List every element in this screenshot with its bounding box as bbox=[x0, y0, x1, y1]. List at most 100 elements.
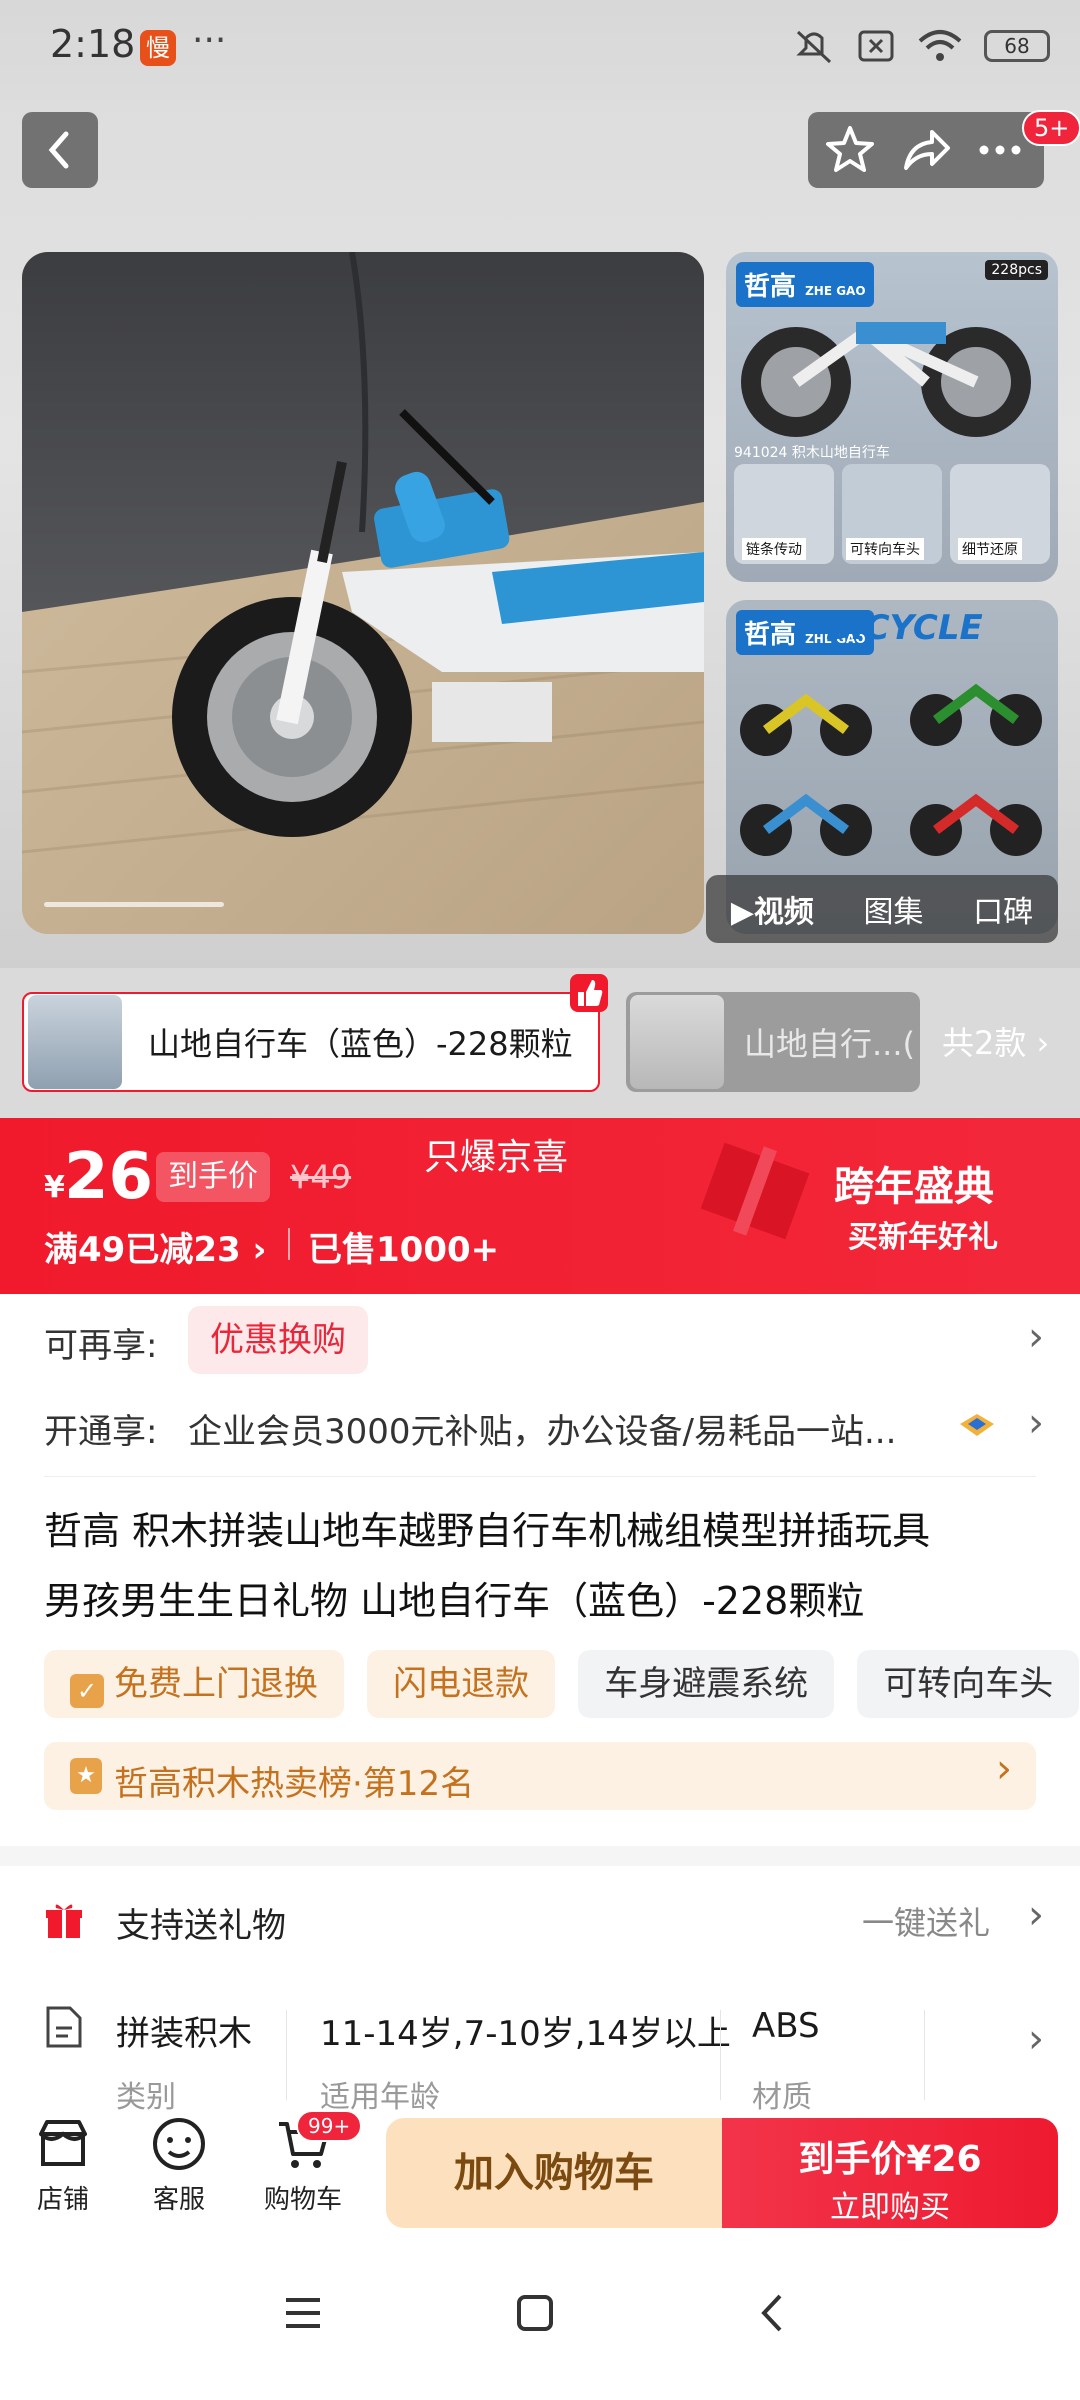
system-navigation-bar bbox=[0, 2240, 1080, 2400]
shield-check-icon: ✓ bbox=[70, 1674, 104, 1708]
wifi-icon bbox=[918, 30, 962, 61]
original-price: ¥49 bbox=[290, 1158, 352, 1196]
feature-tags: ✓ 免费上门退换 闪电退款 车身避震系统 可转向车头 bbox=[44, 1650, 1080, 1718]
variant-label-2: 山地自行...( bbox=[744, 1025, 916, 1063]
ranking-banner[interactable]: ★ 哲高积木热卖榜·第12名 › bbox=[44, 1742, 1036, 1810]
spec-key-category: 类别 bbox=[116, 2080, 176, 2110]
spec-value-category: 拼装积木 bbox=[116, 2014, 252, 2054]
ranking-text: 哲高积木热卖榜·第12名 bbox=[114, 1764, 475, 1804]
main-product-video[interactable] bbox=[22, 252, 704, 934]
chevron-right-icon: › bbox=[1028, 1892, 1044, 1938]
section-divider bbox=[0, 1846, 1080, 1866]
media-tabs: ▶视频 图集 口碑 bbox=[706, 875, 1058, 943]
buy-price: 到手价¥26 bbox=[798, 2139, 982, 2180]
customer-service-button[interactable]: 客服 bbox=[124, 2116, 234, 2216]
gift-row[interactable]: 支持送礼物 一键送礼 › bbox=[0, 1866, 1080, 1976]
home-icon[interactable] bbox=[512, 2290, 558, 2336]
benefit-row-1[interactable]: 可再享: 优惠换购 › bbox=[0, 1294, 1080, 1384]
shop-icon bbox=[39, 2120, 87, 2166]
event-subtitle: 买新年好礼 bbox=[848, 1220, 998, 1255]
notification-badge: 5+ bbox=[1022, 110, 1080, 146]
discount-info[interactable]: 满49已减23 › bbox=[44, 1222, 267, 1271]
feature-tag: 可转向车头 bbox=[857, 1650, 1080, 1718]
spec-key-material: 材质 bbox=[752, 2080, 812, 2110]
divider bbox=[720, 2010, 721, 2100]
play-icon: ▶ bbox=[730, 895, 754, 930]
tab-gallery[interactable]: 图集 bbox=[864, 887, 924, 931]
exchange-tag[interactable]: 优惠换购 bbox=[188, 1306, 368, 1374]
benefit-row-2[interactable]: 开通享: 企业会员3000元补贴，办公设备/易耗品一站... › bbox=[0, 1384, 1080, 1474]
chevron-right-icon: › bbox=[1028, 1314, 1044, 1360]
sold-count: 已售1000+ bbox=[308, 1230, 500, 1270]
bike-photo bbox=[22, 252, 704, 934]
tab-video[interactable]: ▶视频 bbox=[731, 887, 814, 931]
chevron-right-icon: › bbox=[1028, 1400, 1044, 1446]
thumb-bike-image bbox=[741, 322, 1031, 437]
mute-icon bbox=[796, 30, 832, 64]
gift-icon bbox=[46, 1904, 82, 1938]
spec-row[interactable]: 拼装积木 类别 11-14岁,7-10岁,14岁以上 适用年龄 ABS 材质 › bbox=[0, 1976, 1080, 2110]
variant-thumb bbox=[28, 995, 122, 1089]
variant-count[interactable]: 共2款 › bbox=[942, 1018, 1049, 1064]
final-price-label: 到手价 bbox=[156, 1152, 270, 1202]
shop-label: 店铺 bbox=[36, 2185, 89, 2215]
event-title: 跨年盛典 bbox=[834, 1164, 994, 1210]
currency-symbol: ¥ bbox=[44, 1170, 65, 1205]
benefit-label-2: 开通享: bbox=[44, 1412, 158, 1452]
status-bar: 2:18 慢 ··· 68 bbox=[0, 0, 1080, 100]
customer-service-icon bbox=[153, 2118, 205, 2170]
spec-key-age: 适用年龄 bbox=[320, 2080, 440, 2110]
gift-action[interactable]: 一键送礼 bbox=[862, 1898, 990, 1944]
status-time: 2:18 bbox=[50, 22, 136, 66]
benefit-label-1: 可再享: bbox=[44, 1326, 158, 1366]
cart-badge: 99+ bbox=[296, 2110, 363, 2142]
variant-selector: 山地自行车（蓝色）-228颗粒 山地自行...( 共2款 › bbox=[0, 968, 1080, 1118]
chevron-left-icon bbox=[48, 131, 69, 169]
rank-badge-icon: ★ bbox=[70, 1758, 102, 1794]
feature-tag: 闪电退款 bbox=[367, 1650, 556, 1718]
price-banner: ¥ 26 到手价 ¥49 只爆京喜 满49已减23 › 已售1000+ 跨年盛典… bbox=[0, 1118, 1080, 1294]
document-icon bbox=[46, 2006, 82, 2048]
product-title: 哲高 积木拼装山地车越野自行车机械组模型拼插玩具 男孩男生生日礼物 山地自行车（… bbox=[44, 1509, 931, 1623]
gift-label: 支持送礼物 bbox=[116, 1906, 286, 1946]
system-back-icon[interactable] bbox=[750, 2290, 796, 2336]
more-icon[interactable] bbox=[972, 122, 1028, 178]
spec-value-material: ABS bbox=[752, 2006, 820, 2046]
divider bbox=[44, 1476, 1036, 1477]
menu-icon[interactable] bbox=[280, 2290, 326, 2336]
variant-other[interactable]: 山地自行...( bbox=[626, 992, 920, 1092]
feature-tag: ✓ 免费上门退换 bbox=[44, 1650, 344, 1718]
promo-center: 只爆京喜 bbox=[424, 1137, 569, 1178]
feature-tag: 车身避震系统 bbox=[578, 1650, 835, 1718]
thumb-detail-row: 链条传动 可转向车头 细节还原 bbox=[734, 464, 1050, 564]
cart-label: 购物车 bbox=[263, 2185, 342, 2215]
back-button[interactable] bbox=[22, 112, 98, 188]
cart-button[interactable]: 购物车 99+ bbox=[248, 2110, 363, 2216]
more-notifications-icon: ··· bbox=[192, 20, 227, 61]
price-amount: 26 bbox=[64, 1140, 154, 1214]
benefit-text-2: 企业会员3000元补贴，办公设备/易耗品一站... bbox=[188, 1412, 897, 1452]
tab-reviews[interactable]: 口碑 bbox=[973, 887, 1033, 931]
shop-button[interactable]: 店铺 bbox=[8, 2116, 118, 2216]
thumb-code: 941024 积木山地自行车 bbox=[734, 445, 890, 461]
no-sim-icon bbox=[858, 30, 894, 62]
divider bbox=[288, 1228, 290, 1260]
share-icon[interactable] bbox=[898, 122, 954, 178]
enterprise-icon bbox=[960, 1414, 994, 1436]
video-progress-bar bbox=[44, 902, 224, 907]
star-icon[interactable] bbox=[822, 122, 878, 178]
thumbs-up-icon bbox=[570, 974, 608, 1012]
thumb-pcs-label: 228pcs bbox=[985, 260, 1048, 280]
variant-label: 山地自行车（蓝色）-228颗粒 bbox=[148, 1025, 573, 1063]
battery-indicator: 68 bbox=[984, 30, 1050, 62]
variant-selected[interactable]: 山地自行车（蓝色）-228颗粒 bbox=[22, 974, 608, 1092]
chevron-right-icon: › bbox=[1028, 2016, 1044, 2062]
add-to-cart-button[interactable]: 加入购物车 bbox=[386, 2118, 722, 2228]
gift-box-decoration bbox=[700, 1142, 810, 1240]
buy-now-button[interactable]: 到手价¥26 立即购买 bbox=[722, 2118, 1058, 2228]
chevron-right-icon: › bbox=[996, 1746, 1012, 1792]
thumb2-title: BICYCLE bbox=[826, 608, 983, 648]
service-label: 客服 bbox=[152, 2185, 205, 2215]
thumb2-bikes-image bbox=[740, 683, 1042, 856]
thumbnail-1[interactable]: 哲高 ZHE GAO 228pcs 941024 积木山地自行车 链条传动 可转… bbox=[726, 252, 1058, 582]
